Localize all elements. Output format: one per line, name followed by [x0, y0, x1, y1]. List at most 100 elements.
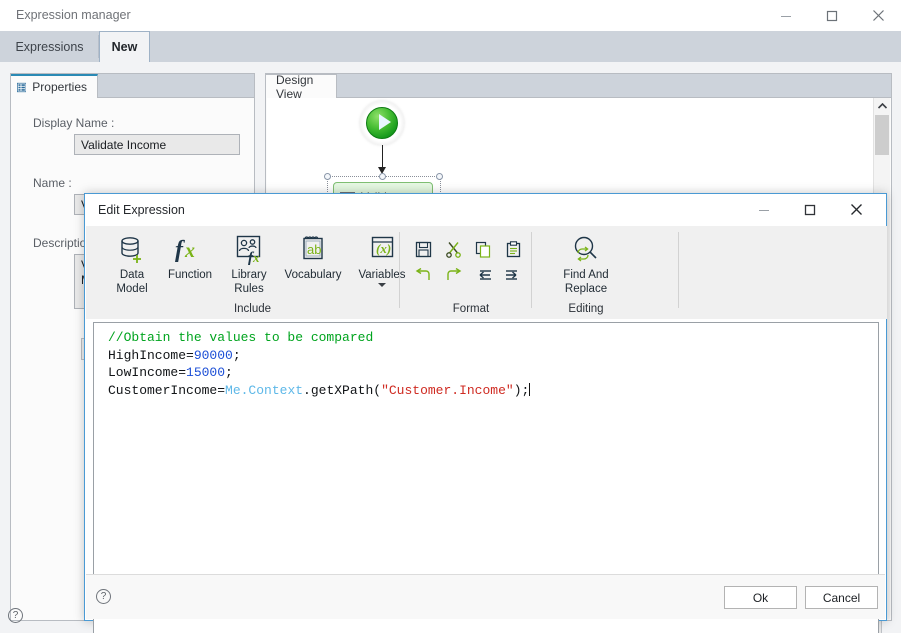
close-icon: [850, 204, 862, 215]
ribbon-group-editing-label: Editing: [568, 303, 604, 315]
ribbon-variables-button[interactable]: (x) Variables: [351, 230, 413, 287]
scroll-up-button[interactable]: [874, 98, 890, 114]
tab-expressions-label: Expressions: [15, 39, 84, 54]
code-token: ;: [232, 347, 241, 363]
tab-new-label: New: [111, 40, 138, 54]
expression-manager-titlebar: Expression manager: [0, 0, 901, 32]
ribbon-separator-1: [399, 232, 400, 308]
tab-design-view[interactable]: Design View: [266, 72, 337, 101]
redo-icon: [446, 267, 461, 280]
cancel-button-label: Cancel: [822, 590, 861, 605]
ok-button-label: Ok: [752, 590, 769, 605]
paste-icon: [506, 240, 520, 257]
window-title: Expression manager: [16, 8, 131, 22]
ribbon-function-label: Function: [167, 269, 213, 281]
dialog-ribbon: Data Model f x Function f x Library Rule…: [86, 226, 887, 319]
selection-handle-top[interactable]: [379, 173, 386, 180]
bg-close-button[interactable]: [855, 0, 901, 31]
code-token: );: [513, 382, 530, 398]
minimize-icon: [759, 209, 769, 211]
ribbon-group-format-label: Format: [452, 303, 490, 315]
svg-text:f: f: [175, 237, 185, 263]
vocabulary-ab-icon: ab: [297, 230, 329, 268]
code-token: 15000: [186, 365, 226, 380]
tab-new[interactable]: New: [99, 31, 150, 62]
ribbon-separator-3: [678, 232, 679, 308]
svg-text:x: x: [184, 240, 195, 262]
ribbon-vocabulary-button[interactable]: ab Vocabulary: [276, 230, 350, 282]
tab-properties-label: Properties: [32, 80, 87, 94]
display-name-input[interactable]: Validate Income: [74, 134, 240, 155]
dialog-maximize-button[interactable]: [787, 194, 833, 225]
selection-handle-left[interactable]: [324, 173, 331, 180]
selection-handle-right[interactable]: [436, 173, 443, 180]
dialog-title: Edit Expression: [98, 203, 185, 217]
ribbon-function-button[interactable]: f x Function: [159, 230, 221, 282]
close-icon: [872, 10, 884, 21]
outdent-icon: [479, 269, 491, 280]
start-node[interactable]: [360, 101, 404, 145]
ok-button[interactable]: Ok: [724, 586, 797, 609]
dialog-close-button[interactable]: [833, 194, 879, 225]
ribbon-vocabulary-label: Vocabulary: [284, 269, 342, 281]
maximize-icon: [826, 10, 838, 21]
code-token: LowIncome=: [108, 365, 187, 380]
code-line: //Obtain the values to be compared: [108, 329, 530, 347]
ribbon-data-model-button[interactable]: Data Model: [104, 230, 160, 296]
scroll-thumb[interactable]: [875, 115, 889, 155]
dialog-footer: ? Ok Cancel: [86, 574, 885, 619]
code-line: CustomerIncome=Me.Context.getXPath("Cust…: [108, 382, 531, 400]
code-line: HighIncome=90000;: [108, 347, 530, 365]
display-name-label: Display Name :: [33, 116, 115, 130]
code-token: .getXPath(: [303, 382, 382, 398]
minimize-icon: [781, 15, 791, 17]
ribbon-outdent-button[interactable]: [472, 264, 494, 286]
tab-properties[interactable]: Properties: [11, 74, 98, 98]
ribbon-undo-button[interactable]: [412, 264, 434, 286]
play-triangle-icon: [379, 114, 391, 130]
ribbon-cut-button[interactable]: [442, 238, 464, 260]
ribbon-paste-button[interactable]: [502, 238, 524, 260]
ribbon-find-replace-label: Find And Replace: [563, 269, 609, 295]
maximize-icon: [804, 204, 816, 215]
ribbon-copy-button[interactable]: [472, 238, 494, 260]
copy-icon: [475, 241, 490, 258]
library-rules-icon: f x: [233, 230, 265, 268]
expression-code-text: //Obtain the values to be compared HighIn…: [108, 329, 531, 400]
cut-scissors-icon: [445, 241, 461, 258]
code-line: LowIncome=15000;: [108, 364, 530, 382]
code-token: //Obtain the values to be compared: [108, 330, 374, 345]
svg-text:x: x: [252, 250, 260, 265]
tab-expressions[interactable]: Expressions: [0, 31, 99, 62]
bg-minimize-button[interactable]: [763, 0, 809, 31]
dialog-help-icon[interactable]: ?: [96, 589, 111, 604]
fx-function-icon: f x: [173, 230, 207, 268]
code-token: ;: [225, 365, 233, 380]
cancel-button[interactable]: Cancel: [805, 586, 878, 609]
ribbon-library-rules-label: Library Rules: [231, 269, 267, 295]
properties-tabbar: Properties: [11, 74, 254, 98]
connector-line: [382, 145, 383, 169]
ribbon-indent-button[interactable]: [502, 264, 524, 286]
text-caret: [529, 382, 531, 396]
tab-design-view-label: Design View: [276, 72, 314, 101]
code-token: Me.Context: [225, 382, 304, 398]
code-token: HighIncome=: [108, 347, 194, 363]
svg-text:ab: ab: [307, 242, 321, 257]
ribbon-group-include: Data Model f x Function f x Library Rule…: [104, 226, 406, 319]
code-token: "Customer.Income": [381, 382, 514, 398]
app-root: Expression manager Expressions New Prope…: [0, 0, 901, 633]
ribbon-library-rules-button[interactable]: f x Library Rules: [222, 230, 276, 296]
main-tabstrip: Expressions New: [0, 31, 901, 62]
display-name-value: Validate Income: [81, 137, 167, 152]
bg-maximize-button[interactable]: [809, 0, 855, 31]
ribbon-save-button[interactable]: [412, 238, 434, 260]
ribbon-redo-button[interactable]: [442, 264, 464, 286]
code-token: CustomerIncome=: [108, 382, 226, 398]
ribbon-separator-2: [531, 232, 532, 308]
bg-help-icon[interactable]: ?: [8, 608, 23, 623]
dialog-minimize-button[interactable]: [741, 194, 787, 225]
ribbon-group-format: Format: [406, 226, 536, 319]
chevron-down-icon[interactable]: [378, 283, 386, 287]
ribbon-find-replace-button[interactable]: Find And Replace: [538, 230, 634, 296]
